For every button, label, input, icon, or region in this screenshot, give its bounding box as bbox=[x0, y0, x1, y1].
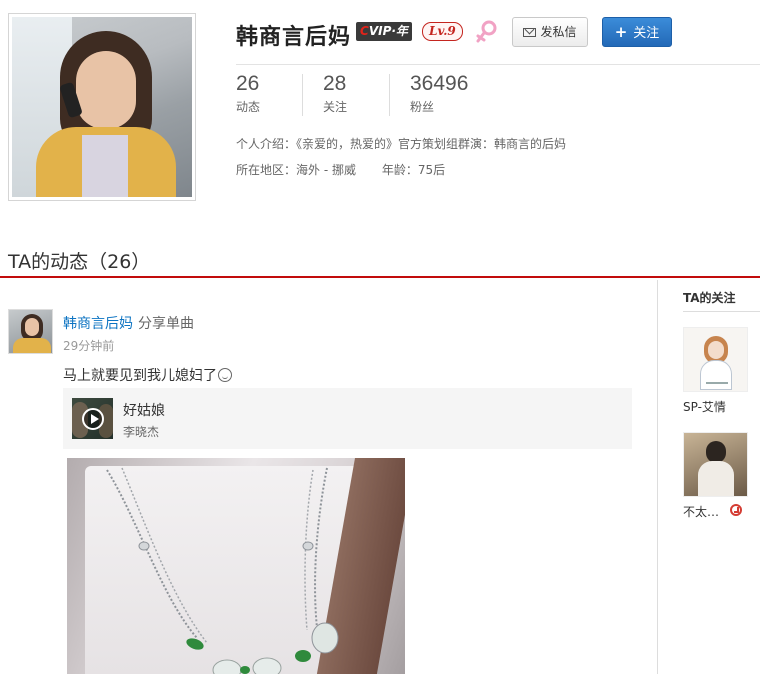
following-avatar-2[interactable] bbox=[683, 432, 748, 497]
vip-badge: CVIP·年 bbox=[356, 22, 412, 41]
age-value: 75后 bbox=[417, 163, 446, 177]
profile-name: 韩商言后妈 bbox=[236, 25, 352, 50]
post-username[interactable]: 韩商言后妈 bbox=[63, 313, 133, 333]
profile-avatar bbox=[8, 13, 196, 201]
post-action: 分享单曲 bbox=[138, 316, 194, 332]
follow-button[interactable]: + 关注 bbox=[602, 17, 672, 47]
vip-prefix: C bbox=[360, 24, 369, 38]
plus-icon: + bbox=[614, 23, 628, 41]
stat-fans[interactable]: 36496 粉丝 bbox=[410, 72, 468, 115]
profile-intro: 个人介绍：《亲爱的，热爱的》官方策划组群演：韩商言的后妈 bbox=[236, 135, 566, 152]
following-name-1[interactable]: SP-艾情 bbox=[683, 398, 726, 415]
stat-fans-value: 36496 bbox=[410, 72, 469, 95]
follow-label: 关注 bbox=[633, 26, 660, 41]
stat-divider bbox=[302, 74, 303, 116]
following-name-2[interactable]: 不太… bbox=[683, 503, 719, 520]
play-icon[interactable] bbox=[82, 408, 104, 430]
necklace-graphic bbox=[106, 467, 339, 674]
intro-text: 《亲爱的，热爱的》官方策划组群演：韩商言的后妈 bbox=[296, 137, 567, 151]
vip-label: VIP·年 bbox=[368, 24, 408, 38]
post-time: 29分钟前 bbox=[63, 339, 115, 353]
send-message-button[interactable]: 发私信 bbox=[512, 17, 588, 47]
stat-posts[interactable]: 26 动态 bbox=[236, 72, 260, 115]
following-avatar-1[interactable] bbox=[683, 327, 748, 392]
age-label: 年龄： bbox=[381, 163, 418, 177]
feed-title: TA的动态（26） bbox=[8, 251, 151, 273]
stat-posts-value: 26 bbox=[236, 72, 260, 95]
song-card[interactable]: 好姑娘 李晓杰 bbox=[63, 388, 632, 449]
stat-fans-label: 粉丝 bbox=[410, 100, 435, 114]
smile-icon bbox=[218, 368, 232, 382]
level-badge: Lv.9 bbox=[422, 22, 463, 41]
stat-divider bbox=[389, 74, 390, 116]
location-value: 海外 - 挪威 bbox=[296, 163, 356, 177]
header-divider bbox=[236, 64, 760, 65]
column-divider bbox=[657, 280, 658, 674]
song-artist[interactable]: 李晓杰 bbox=[123, 423, 159, 440]
song-cover bbox=[72, 398, 113, 439]
music-note-icon bbox=[730, 504, 742, 516]
song-title[interactable]: 好姑娘 bbox=[123, 400, 165, 420]
post-text-content: 马上就要见到我儿媳妇了 bbox=[63, 368, 217, 384]
location-label: 所在地区： bbox=[236, 163, 297, 177]
post-image[interactable] bbox=[67, 458, 405, 674]
feed-divider bbox=[0, 276, 760, 278]
send-message-label: 发私信 bbox=[540, 25, 577, 39]
sidebar-title: TA的关注 bbox=[683, 291, 736, 305]
stat-following[interactable]: 28 关注 bbox=[323, 72, 347, 115]
stat-following-value: 28 bbox=[323, 72, 347, 95]
post-text: 马上就要见到我儿媳妇了 bbox=[63, 365, 232, 385]
post-avatar[interactable] bbox=[8, 309, 53, 354]
envelope-icon bbox=[523, 28, 537, 37]
female-icon bbox=[476, 20, 497, 43]
profile-location: 所在地区：海外 - 挪威 年龄：75后 bbox=[236, 161, 445, 178]
intro-label: 个人介绍： bbox=[236, 137, 297, 151]
stat-following-label: 关注 bbox=[323, 100, 348, 114]
sidebar-divider bbox=[683, 311, 760, 312]
stat-posts-label: 动态 bbox=[236, 100, 261, 114]
